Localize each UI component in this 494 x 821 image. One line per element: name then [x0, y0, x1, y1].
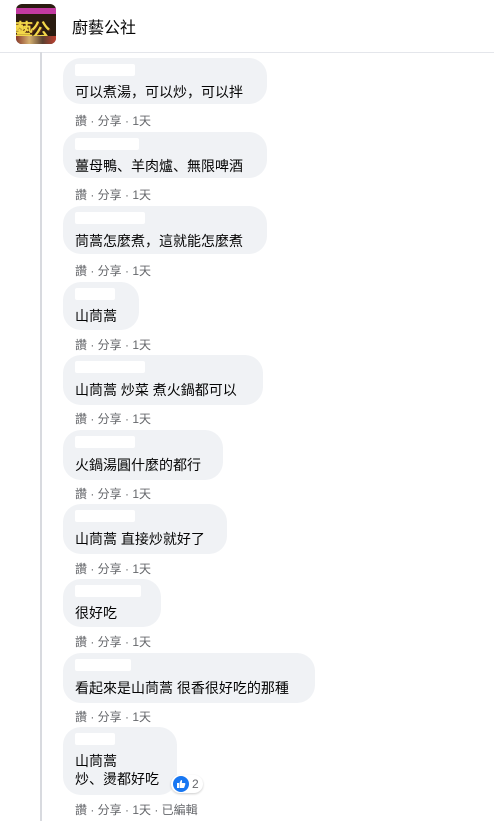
comment-actions[interactable]: 讚 · 分享 · 1天	[75, 410, 151, 427]
commenter-name-redacted[interactable]	[75, 361, 145, 373]
like-icon	[173, 776, 189, 792]
comment-text: 看起來是山茼蒿 很香很好吃的那種	[75, 680, 289, 696]
comment-text: 很好吃	[75, 605, 117, 621]
comment-item: 山茼蒿 直接炒就好了 讚 · 分享 · 1天	[63, 504, 227, 576]
comment-text-line-2: 炒、燙都好吃	[75, 771, 159, 787]
comment-text: 可以煮湯，可以炒，可以拌	[75, 84, 243, 100]
comment-text: 山茼蒿	[75, 308, 117, 324]
comment-list: 可以煮湯，可以炒，可以拌 讚 · 分享 · 1天 薑母鴨、羊肉爐、無限啤酒 讚 …	[0, 0, 494, 821]
comment-bubble: 可以煮湯，可以炒，可以拌	[63, 58, 267, 104]
comment-item: 山茼蒿 炒菜 煮火鍋都可以 讚 · 分享 · 1天	[63, 355, 263, 426]
commenter-name-redacted[interactable]	[75, 212, 145, 224]
comment-bubble: 看起來是山茼蒿 很香很好吃的那種	[63, 653, 315, 703]
commenter-name-redacted[interactable]	[75, 436, 135, 448]
comment-bubble: 薑母鴨、羊肉爐、無限啤酒	[63, 132, 267, 178]
commenter-name-redacted[interactable]	[75, 64, 135, 76]
commenter-name-redacted[interactable]	[75, 138, 139, 150]
commenter-name-redacted[interactable]	[75, 585, 141, 597]
comment-item: 很好吃 讚 · 分享 · 1天	[63, 579, 161, 649]
comment-item: 可以煮湯，可以炒，可以拌 讚 · 分享 · 1天	[63, 58, 267, 128]
comment-bubble: 山茼蒿 炒菜 煮火鍋都可以	[63, 355, 263, 405]
comment-item: 山茼蒿 炒、燙都好吃 2 讚 · 分享 · 1天 · 已編輯	[63, 727, 203, 817]
comment-text-line-1: 山茼蒿	[75, 753, 117, 769]
reaction-count: 2	[192, 777, 199, 791]
comment-text: 火鍋湯圓什麼的都行	[75, 457, 201, 473]
comment-item: 薑母鴨、羊肉爐、無限啤酒 讚 · 分享 · 1天	[63, 132, 267, 202]
comment-actions[interactable]: 讚 · 分享 · 1天	[75, 336, 151, 353]
commenter-name-redacted[interactable]	[75, 733, 115, 745]
commenter-name-redacted[interactable]	[75, 288, 115, 300]
comment-actions[interactable]: 讚 · 分享 · 1天	[75, 633, 151, 650]
comment-text: 山茼蒿 炒菜 煮火鍋都可以	[75, 382, 237, 398]
comment-item: 茼蒿怎麼煮，這就能怎麼煮 讚 · 分享 · 1天	[63, 206, 267, 278]
comment-actions[interactable]: 讚 · 分享 · 1天	[75, 112, 151, 129]
comment-actions[interactable]: 讚 · 分享 · 1天 · 已編輯	[75, 801, 198, 818]
comment-actions[interactable]: 讚 · 分享 · 1天	[75, 560, 151, 577]
comment-bubble: 很好吃	[63, 579, 161, 627]
comment-actions[interactable]: 讚 · 分享 · 1天	[75, 262, 151, 279]
comment-bubble: 山茼蒿 直接炒就好了	[63, 504, 227, 554]
comment-bubble: 山茼蒿	[63, 282, 139, 330]
comment-text: 茼蒿怎麼煮，這就能怎麼煮	[75, 233, 243, 249]
comment-actions[interactable]: 讚 · 分享 · 1天	[75, 186, 151, 203]
comment-item: 火鍋湯圓什麼的都行 讚 · 分享 · 1天	[63, 430, 223, 501]
comment-item: 山茼蒿 讚 · 分享 · 1天	[63, 282, 151, 352]
comment-actions[interactable]: 讚 · 分享 · 1天	[75, 708, 151, 725]
comment-text: 山茼蒿 直接炒就好了	[75, 531, 205, 547]
comment-bubble: 山茼蒿 炒、燙都好吃	[63, 727, 177, 795]
commenter-name-redacted[interactable]	[75, 510, 135, 522]
comment-bubble: 火鍋湯圓什麼的都行	[63, 430, 223, 480]
comment-actions[interactable]: 讚 · 分享 · 1天	[75, 485, 151, 502]
comment-item: 看起來是山茼蒿 很香很好吃的那種 讚 · 分享 · 1天	[63, 653, 315, 724]
comment-bubble: 茼蒿怎麼煮，這就能怎麼煮	[63, 206, 267, 254]
comment-text: 薑母鴨、羊肉爐、無限啤酒	[75, 158, 243, 174]
reaction-counter[interactable]: 2	[171, 775, 203, 793]
commenter-name-redacted[interactable]	[75, 659, 131, 671]
